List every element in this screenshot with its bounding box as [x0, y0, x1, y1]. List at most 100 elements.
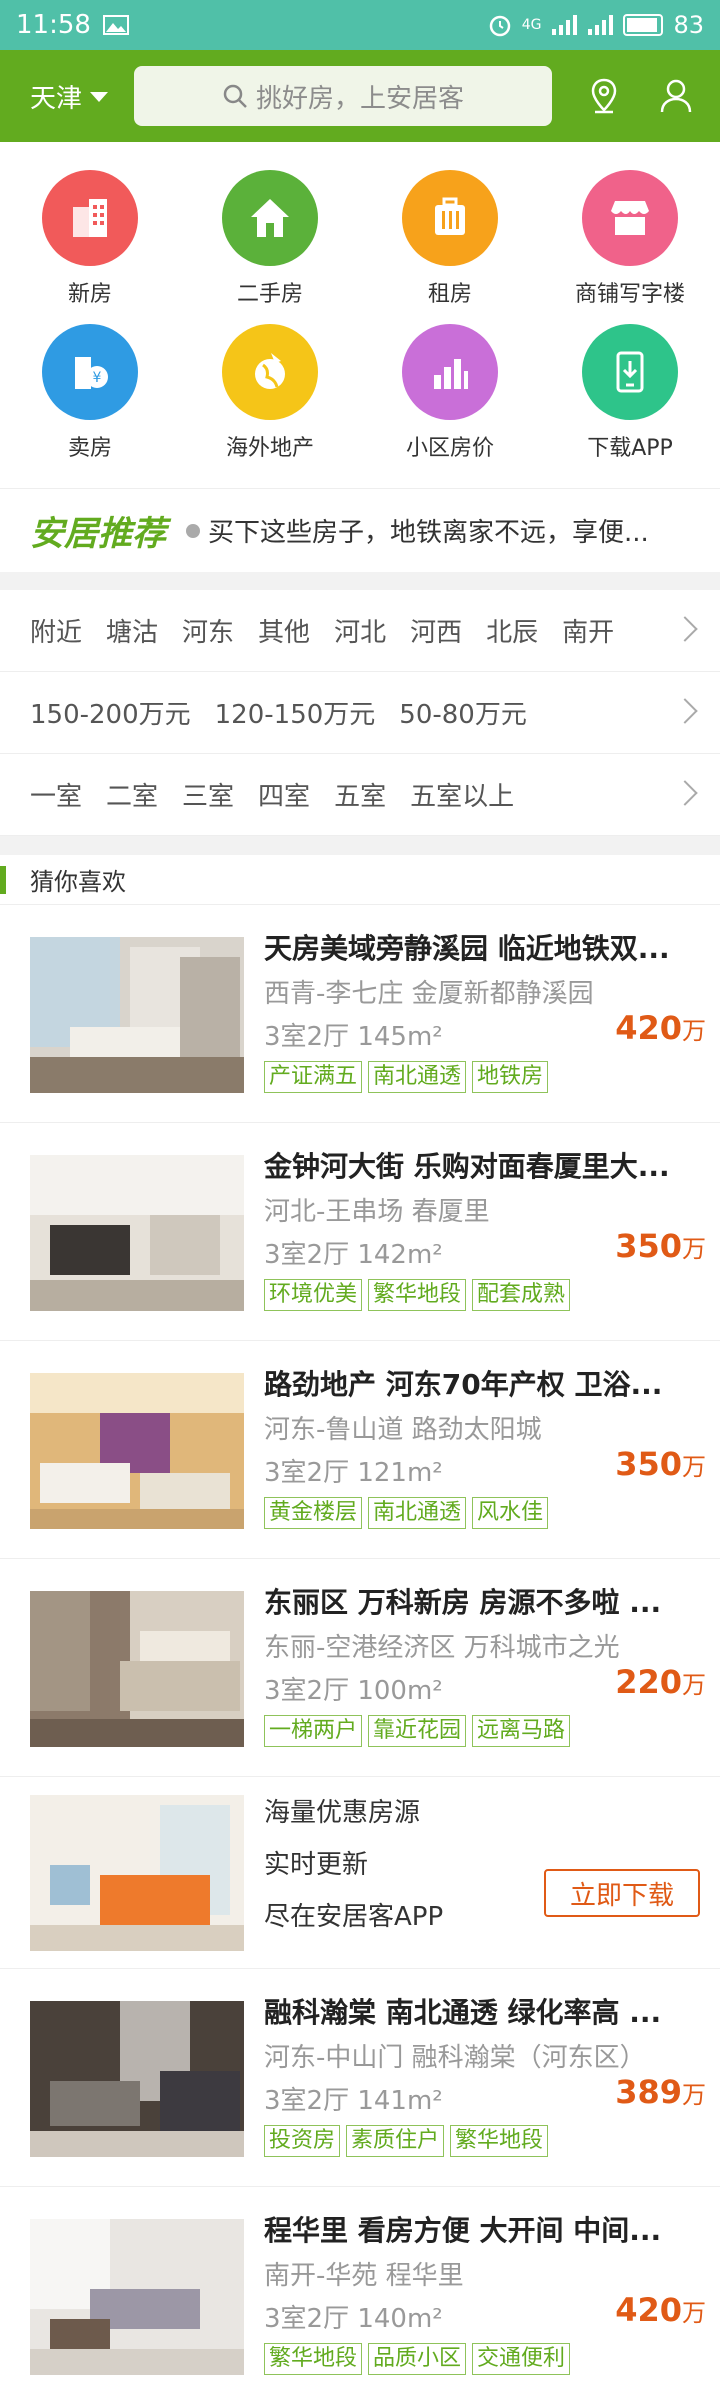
section-accent [0, 865, 6, 894]
network-type: 4G [521, 17, 542, 33]
section-header: 猜你喜欢 [0, 855, 720, 905]
filter-area[interactable]: 附近 [30, 612, 82, 649]
category-shop-office[interactable]: 商铺写字楼 [540, 170, 720, 308]
filter-room[interactable]: 四室 [258, 776, 310, 813]
category-label: 海外地产 [225, 436, 314, 461]
city-selector[interactable]: 天津 [30, 78, 134, 115]
price-unit: 万 [682, 1453, 706, 1481]
filter-area[interactable]: 北辰 [486, 612, 538, 649]
download-now-button[interactable]: 立即下载 [544, 1869, 700, 1917]
listing-tags: 黄金楼层 南北通透 风水佳 [264, 1497, 702, 1529]
battery-icon [623, 14, 664, 36]
listing-photo [30, 1373, 244, 1529]
location-pin-icon [591, 78, 617, 114]
listing-tag: 繁华地段 [450, 2125, 549, 2157]
category-label: 新房 [67, 282, 112, 307]
listing-item[interactable]: 天房美域旁静溪园 临近地铁双... 西青-李七庄 金厦新都静溪园 3室2厅 14… [0, 905, 720, 1123]
alarm-icon [489, 15, 510, 37]
listing-tags: 环境优美 繁华地段 配套成熟 [264, 1279, 702, 1311]
listing-tag: 南北通透 [368, 1497, 467, 1529]
price-unit: 万 [682, 2299, 706, 2327]
location-button[interactable] [584, 76, 624, 116]
listing-location: 河东-中山门 融科瀚棠（河东区） [264, 2043, 646, 2073]
listing-tag: 产证满五 [264, 1061, 363, 1093]
filter-room[interactable]: 一室 [30, 776, 82, 813]
filter-area[interactable]: 其他 [258, 612, 310, 649]
category-new-house[interactable]: 新房 [0, 170, 180, 308]
listing-tag: 靠近花园 [368, 1715, 467, 1747]
filter-area[interactable]: 南开 [562, 612, 614, 649]
listing-title: 金钟河大街 乐购对面春厦里大... [264, 1150, 670, 1183]
listing-title: 东丽区 万科新房 房源不多啦 ... [264, 1586, 662, 1619]
battery-level: 83 [673, 11, 704, 39]
chevron-right-icon[interactable] [672, 698, 698, 724]
listing-tags: 投资房 素质住户 繁华地段 [264, 2125, 702, 2157]
filter-area[interactable]: 河东 [182, 612, 234, 649]
listing-tag: 投资房 [264, 2125, 341, 2157]
price-value: 220 [615, 1663, 682, 1701]
listing-tag: 繁华地段 [264, 2343, 363, 2375]
search-input[interactable]: 挑好房，上安居客 [134, 66, 552, 126]
category-second-hand[interactable]: 二手房 [180, 170, 360, 308]
filter-price[interactable]: 150-200万元 [30, 694, 191, 731]
price-value: 350 [615, 1227, 682, 1265]
listing-price: 389万 [615, 2073, 706, 2111]
filter-area[interactable]: 河北 [334, 612, 386, 649]
listing-price: 350万 [615, 1445, 706, 1483]
filter-price[interactable]: 50-80万元 [399, 694, 527, 731]
listing-tag: 一梯两户 [264, 1715, 363, 1747]
status-right: 4G 83 [488, 11, 704, 39]
price-value: 350 [615, 1445, 682, 1483]
listing-item[interactable]: 东丽区 万科新房 房源不多啦 ... 东丽-空港经济区 万科城市之光 3室2厅 … [0, 1559, 720, 1777]
listing-location: 河东-鲁山道 路劲太阳城 [264, 1415, 542, 1445]
listing-price: 420万 [615, 1009, 706, 1047]
listing-item[interactable]: 融科瀚棠 南北通透 绿化率高 ... 河东-中山门 融科瀚棠（河东区） 3室2厅… [0, 1969, 720, 2187]
filter-area[interactable]: 河西 [410, 612, 462, 649]
filter-room[interactable]: 五室 [334, 776, 386, 813]
listing-item[interactable]: 金钟河大街 乐购对面春厦里大... 河北-王串场 春厦里 3室2厅 142m² … [0, 1123, 720, 1341]
top-header: 天津 挑好房，上安居客 [0, 50, 720, 142]
price-unit: 万 [682, 2081, 706, 2109]
listing-title: 融科瀚棠 南北通透 绿化率高 ... [264, 1996, 662, 2029]
category-overseas[interactable]: 海外地产 [180, 324, 360, 462]
promo-photo [30, 1795, 244, 1951]
listing-tag: 环境优美 [264, 1279, 363, 1311]
chevron-right-icon[interactable] [672, 616, 698, 642]
filter-room[interactable]: 三室 [182, 776, 234, 813]
user-button[interactable] [656, 76, 696, 116]
listing-tag: 远离马路 [472, 1715, 571, 1747]
price-value: 420 [615, 1009, 682, 1047]
price-unit: 万 [682, 1671, 706, 1699]
filter-price-row: 150-200万元 120-150万元 50-80万元 [0, 672, 720, 754]
listing-tag: 品质小区 [368, 2343, 467, 2375]
listing-title: 路劲地产 河东70年产权 卫浴... [264, 1368, 663, 1401]
listing-tag: 繁华地段 [368, 1279, 467, 1311]
section-title: 猜你喜欢 [30, 868, 126, 896]
listing-tags: 产证满五 南北通透 地铁房 [264, 1061, 702, 1093]
globe-icon [222, 324, 318, 420]
filter-price[interactable]: 120-150万元 [215, 694, 376, 731]
category-sell[interactable]: ¥ 卖房 [0, 324, 180, 462]
listing-price: 350万 [615, 1227, 706, 1265]
category-download-app[interactable]: 下载APP [540, 324, 720, 462]
sell-house-icon: ¥ [42, 324, 138, 420]
filter-room[interactable]: 二室 [106, 776, 158, 813]
category-label: 小区房价 [405, 436, 494, 461]
signal-icon-2 [588, 15, 614, 35]
search-icon [223, 84, 247, 108]
listing-item[interactable]: 程华里 看房方便 大开间 中间... 南开-华苑 程华里 3室2厅 140m² … [0, 2187, 720, 2405]
bar-chart-icon [402, 324, 498, 420]
image-icon [102, 15, 129, 35]
filter-area[interactable]: 塘沽 [106, 612, 158, 649]
listing-tag: 黄金楼层 [264, 1497, 363, 1529]
category-community-price[interactable]: 小区房价 [360, 324, 540, 462]
caret-down-icon [90, 92, 109, 102]
chevron-right-icon[interactable] [672, 780, 698, 806]
listing-item[interactable]: 路劲地产 河东70年产权 卫浴... 河东-鲁山道 路劲太阳城 3室2厅 121… [0, 1341, 720, 1559]
user-icon [660, 79, 692, 113]
recommend-strip[interactable]: 安居推荐 买下这些房子，地铁离家不远，享便... [0, 488, 720, 572]
category-label: 卖房 [67, 436, 112, 461]
category-rent[interactable]: 租房 [360, 170, 540, 308]
filter-room[interactable]: 五室以上 [410, 776, 514, 813]
listing-tag: 南北通透 [368, 1061, 467, 1093]
